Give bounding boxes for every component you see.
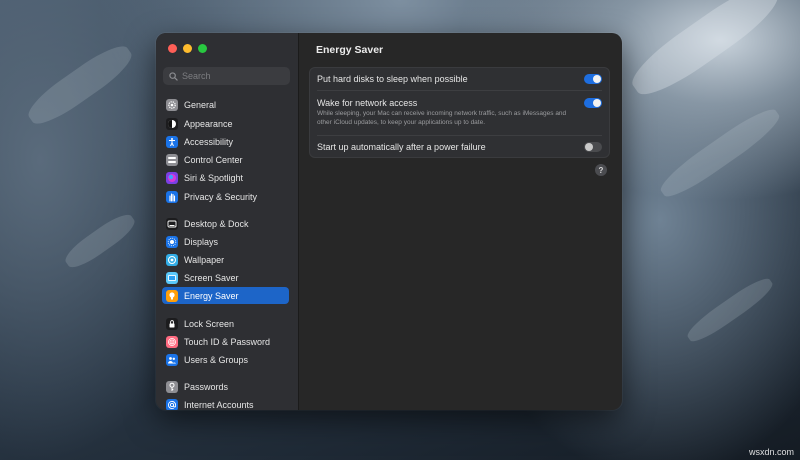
appearance-icon: [166, 117, 178, 130]
startup-row: Start up automatically after a power fai…: [310, 136, 609, 158]
sidebar-item-control-center[interactable]: Control Center: [162, 151, 289, 168]
sidebar-item-label: General: [184, 99, 217, 110]
sidebar-item-label: Desktop & Dock: [184, 218, 249, 229]
sidebar-item-label: Passwords: [184, 381, 229, 392]
fingerprint-icon: [166, 335, 178, 348]
sidebar-item-label: Internet Accounts: [184, 399, 254, 410]
help-button[interactable]: ?: [595, 164, 607, 176]
sidebar-item-wallpaper[interactable]: Wallpaper: [162, 251, 289, 268]
sidebar-item-label: Displays: [184, 236, 219, 247]
sidebar-item-touch-id-password[interactable]: Touch ID & Password: [162, 333, 289, 350]
sidebar-item-privacy-security[interactable]: Privacy & Security: [162, 188, 289, 205]
toggle-knob: [593, 99, 601, 107]
sidebar-item-label: Wallpaper: [184, 254, 225, 265]
hand-icon: [166, 190, 178, 203]
sidebar-item-passwords[interactable]: Passwords: [162, 378, 289, 395]
hard-disks-toggle[interactable]: [584, 74, 602, 84]
sidebar: General Appearance Accessibility Control Ce…: [156, 33, 299, 410]
lock-screen-icon: [166, 317, 178, 330]
gear-icon: [166, 98, 178, 111]
content-pane: Energy Saver Put hard disks to sleep whe…: [299, 33, 622, 410]
toggle-knob: [585, 143, 593, 151]
sidebar-item-label: Accessibility: [184, 136, 234, 147]
sidebar-item-label: Touch ID & Password: [184, 336, 271, 347]
sidebar-item-label: Screen Saver: [184, 272, 239, 283]
page-title: Energy Saver: [316, 44, 384, 56]
sidebar-item-desktop-dock[interactable]: Desktop & Dock: [162, 215, 289, 232]
siri-icon: [166, 171, 178, 184]
search-field[interactable]: [163, 67, 290, 85]
search-input[interactable]: [182, 71, 282, 81]
sidebar-item-siri-spotlight[interactable]: Siri & Spotlight: [162, 169, 289, 186]
sidebar-item-appearance[interactable]: Appearance: [162, 115, 289, 132]
startup-toggle[interactable]: [584, 142, 602, 152]
lightbulb-icon: [166, 289, 178, 302]
wake-row: Wake for network access While sleeping, …: [310, 91, 609, 135]
system-settings-window: General Appearance Accessibility Control Ce…: [156, 33, 622, 410]
sidebar-item-users-groups[interactable]: Users & Groups: [162, 351, 289, 368]
toggle-knob: [593, 75, 601, 83]
sidebar-item-label: Users & Groups: [184, 354, 249, 365]
control-center-icon: [166, 153, 178, 166]
sidebar-item-screen-saver[interactable]: Screen Saver: [162, 269, 289, 286]
settings-group: Put hard disks to sleep when possible Wa…: [309, 67, 610, 158]
hard-disks-row: Put hard disks to sleep when possible: [310, 68, 609, 90]
sidebar-item-accessibility[interactable]: Accessibility: [162, 133, 289, 150]
wake-toggle[interactable]: [584, 98, 602, 108]
window-controls: [168, 44, 207, 53]
dock-icon: [166, 217, 178, 230]
key-icon: [166, 380, 178, 393]
sidebar-item-displays[interactable]: Displays: [162, 233, 289, 250]
sidebar-item-label: Control Center: [184, 154, 243, 165]
sidebar-item-label: Appearance: [184, 118, 233, 129]
zoom-button[interactable]: [198, 44, 207, 53]
users-icon: [166, 353, 178, 366]
sidebar-item-energy-saver[interactable]: Energy Saver: [162, 287, 289, 304]
sidebar-item-internet-accounts[interactable]: Internet Accounts: [162, 396, 289, 410]
wake-label: Wake for network access: [317, 98, 418, 108]
startup-label: Start up automatically after a power fai…: [317, 142, 486, 152]
sidebar-item-label: Siri & Spotlight: [184, 172, 244, 183]
minimize-button[interactable]: [183, 44, 192, 53]
sidebar-item-label: Lock Screen: [184, 318, 235, 329]
watermark: wsxdn.com: [748, 447, 794, 457]
wake-description: While sleeping, your Mac can receive inc…: [317, 110, 567, 126]
sidebar-item-general[interactable]: General: [162, 96, 289, 113]
wallpaper-icon: [166, 253, 178, 266]
sidebar-item-lock-screen[interactable]: Lock Screen: [162, 315, 289, 332]
at-icon: [166, 398, 178, 410]
sidebar-item-label: Energy Saver: [184, 290, 239, 301]
hard-disks-label: Put hard disks to sleep when possible: [317, 74, 468, 84]
screen-saver-icon: [166, 271, 178, 284]
accessibility-icon: [166, 135, 178, 148]
search-icon: [169, 71, 178, 81]
close-button[interactable]: [168, 44, 177, 53]
sun-icon: [166, 235, 178, 248]
sidebar-item-label: Privacy & Security: [184, 191, 258, 202]
